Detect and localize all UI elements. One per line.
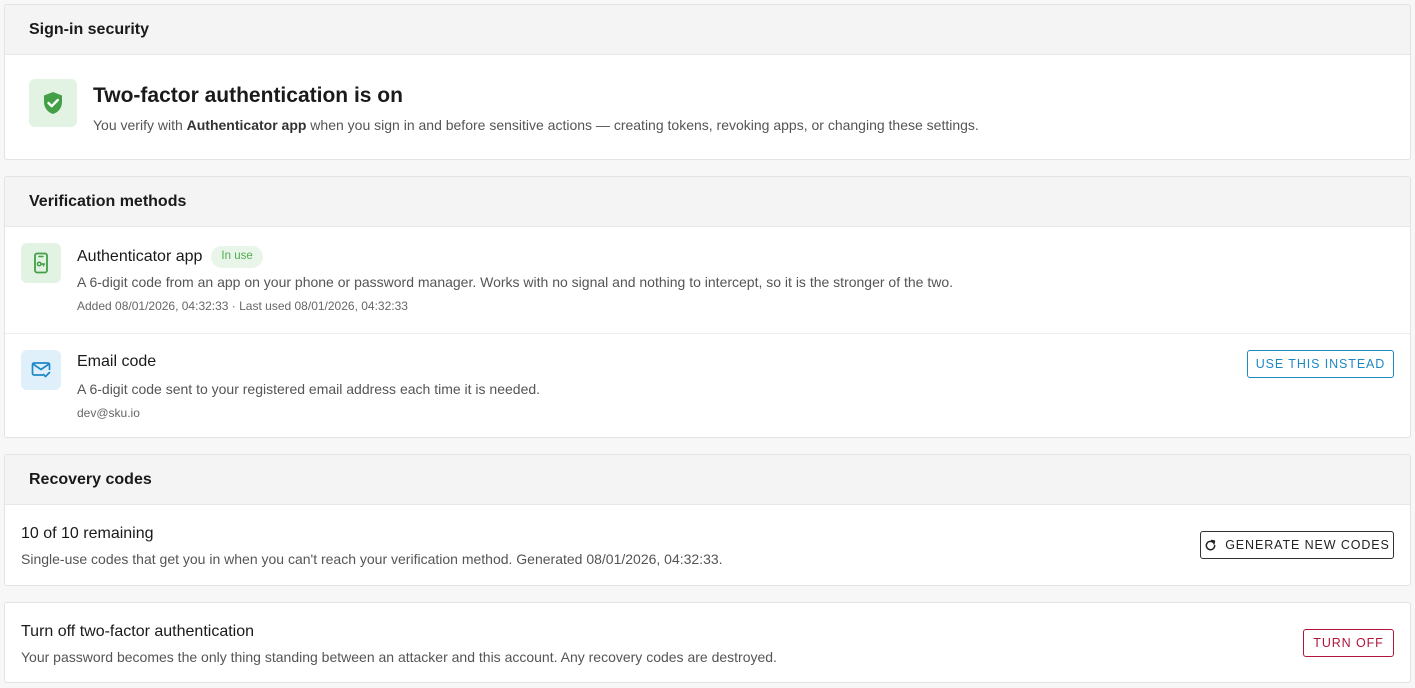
active-method-name: Authenticator app (186, 117, 307, 133)
button-label: GENERATE NEW CODES (1225, 538, 1390, 552)
sign-in-security-card: Sign-in security Two-factor authenticati… (4, 4, 1411, 160)
method-name: Authenticator app In use (77, 246, 263, 268)
phone-key-icon (21, 243, 61, 283)
method-name: Email code (77, 353, 157, 370)
card-header: Recovery codes (5, 455, 1410, 505)
mail-check-icon (21, 350, 61, 390)
status-description: You verify with Authenticator app when y… (93, 117, 979, 133)
verification-methods-card: Verification methods Authenticator app I… (4, 176, 1411, 438)
card-title: Verification methods (29, 192, 187, 210)
email-address: dev@sku.io (77, 406, 140, 420)
refresh-icon (1205, 539, 1216, 550)
turn-off-description: Your password becomes the only thing sta… (21, 649, 777, 665)
card-header: Verification methods (5, 177, 1410, 227)
turn-off-title: Turn off two-factor authentication (21, 623, 255, 640)
method-authenticator-app: Authenticator app In use A 6-digit code … (5, 227, 1410, 333)
method-description: A 6-digit code sent to your registered e… (77, 381, 541, 397)
turn-off-2fa-card: Turn off two-factor authentication Your … (4, 602, 1411, 683)
card-title: Recovery codes (29, 470, 152, 488)
method-email-code: Email code A 6-digit code sent to your r… (5, 333, 1410, 437)
method-description: A 6-digit code from an app on your phone… (77, 274, 954, 290)
status-title: Two-factor authentication is on (93, 84, 403, 107)
card-header: Sign-in security (5, 5, 1410, 55)
method-meta: Added 08/01/2026, 04:32:33 · Last used 0… (77, 299, 408, 313)
recovery-description: Single-use codes that get you in when yo… (21, 551, 723, 567)
two-factor-status: Two-factor authentication is on You veri… (5, 55, 1410, 159)
use-this-instead-button[interactable]: USE THIS INSTEAD (1247, 350, 1394, 378)
in-use-badge: In use (211, 246, 263, 268)
recovery-codes-card: Recovery codes 10 of 10 remaining Single… (4, 454, 1411, 586)
codes-remaining: 10 of 10 remaining (21, 525, 154, 542)
turn-off-button[interactable]: TURN OFF (1303, 629, 1394, 657)
card-title: Sign-in security (29, 20, 150, 38)
generate-new-codes-button[interactable]: GENERATE NEW CODES (1200, 531, 1394, 559)
shield-check-icon (29, 79, 77, 127)
